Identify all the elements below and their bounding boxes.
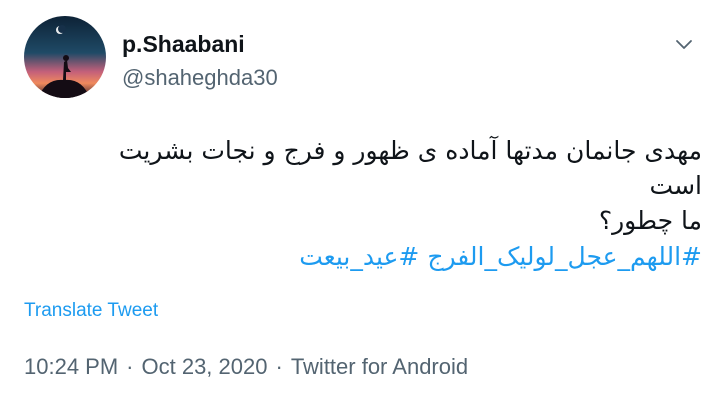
hashtag-link[interactable]: #عید_بیعت	[299, 242, 419, 271]
tweet-time[interactable]: 10:24 PM	[24, 354, 118, 379]
hashtag-row: #اللهم_عجل_لولیک_الفرج #عید_بیعت	[42, 239, 702, 274]
tweet-text-line: است	[649, 171, 702, 200]
tweet-date[interactable]: Oct 23, 2020	[142, 354, 268, 379]
hashtag-link[interactable]: #اللهم_عجل_لولیک_الفرج	[427, 242, 702, 271]
meta-separator: ·	[126, 354, 134, 379]
meta-separator: ·	[275, 354, 283, 379]
user-info: p.Shaabani @shaheghda30	[122, 30, 278, 92]
display-name[interactable]: p.Shaabani	[122, 30, 278, 58]
tweet-source[interactable]: Twitter for Android	[291, 354, 468, 379]
avatar-image	[24, 16, 106, 98]
avatar[interactable]	[24, 16, 106, 98]
user-handle[interactable]: @shaheghda30	[122, 64, 278, 92]
chevron-down-icon[interactable]	[672, 32, 696, 56]
tweet-metadata: 10:24 PM · Oct 23, 2020 · Twitter for Androi…	[24, 354, 468, 380]
tweet-text-line: ما چطور؟	[598, 206, 702, 235]
translate-tweet-link[interactable]: Translate Tweet	[24, 300, 158, 322]
tweet-text-line: مهدی جانمان مدتها آماده ی ظهور و فرج و ن…	[118, 136, 702, 165]
tweet-text: مهدی جانمان مدتها آماده ی ظهور و فرج و ن…	[42, 133, 702, 274]
tweet-detail: p.Shaabani @shaheghda30 مهدی جانمان مدته…	[0, 0, 720, 407]
